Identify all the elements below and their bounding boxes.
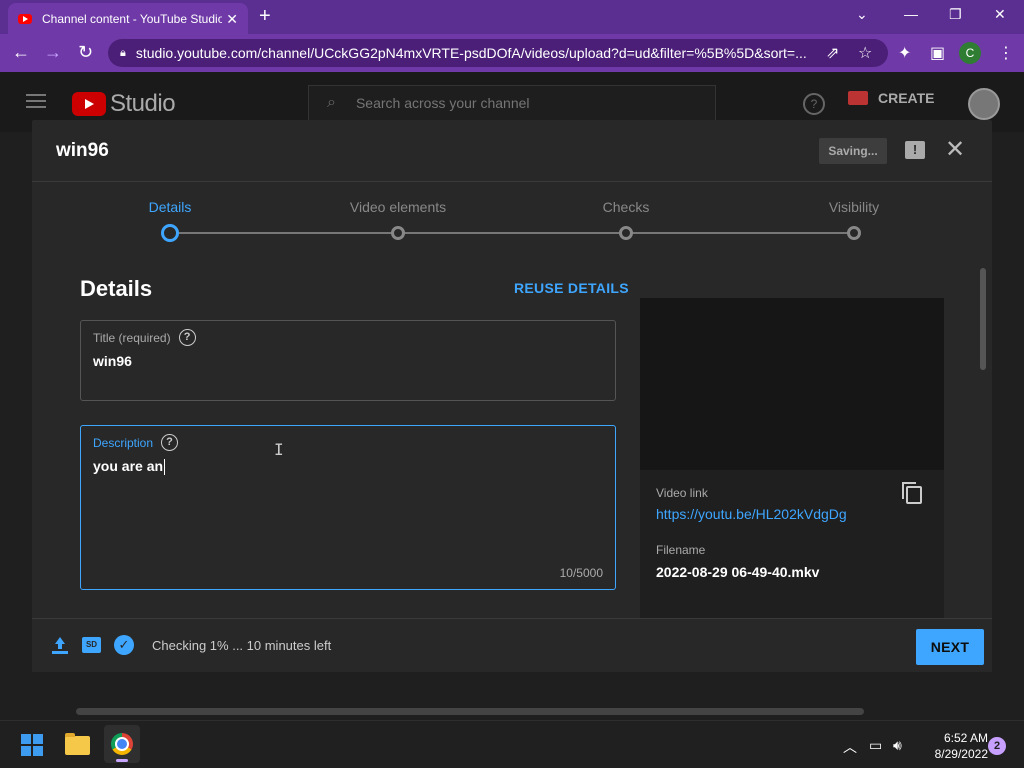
channel-search[interactable]: ⌕ [308, 85, 716, 121]
upload-dialog: win96 Saving... ! ✕ Details Video elemen… [32, 120, 992, 672]
filename-label: Filename [656, 543, 706, 557]
dialog-footer: SD ✓ Checking 1% ... 10 minutes left NEX… [32, 618, 992, 672]
create-label: CREATE [878, 90, 935, 106]
search-icon: ⌕ [327, 94, 336, 111]
step-video-elements[interactable]: Video elements [308, 199, 488, 215]
forward-arrow-icon[interactable]: → [44, 42, 62, 63]
lock-icon: 🔒︎ [120, 46, 126, 59]
url-text: studio.youtube.com/channel/UCckGG2pN4mxV… [135, 45, 807, 61]
ibeam-cursor-icon: I [274, 440, 284, 459]
bookmark-star-icon[interactable]: ☆ [858, 43, 872, 63]
details-content: Details REUSE DETAILS Title (required) ?… [32, 262, 992, 618]
youtube-favicon-icon [18, 13, 32, 24]
tab-title: Channel content - YouTube Studio [42, 11, 222, 26]
channel-avatar[interactable] [968, 88, 1000, 120]
step-dot-checks[interactable] [619, 226, 633, 240]
video-preview[interactable] [640, 298, 944, 470]
title-input[interactable]: win96 [93, 353, 132, 369]
description-label-text: Description [93, 435, 154, 450]
video-camera-icon [848, 91, 868, 105]
page-horizontal-scrollbar[interactable] [76, 708, 864, 715]
title-help-icon[interactable]: ? [178, 329, 196, 346]
file-explorer-icon[interactable] [65, 733, 90, 755]
filename-value: 2022-08-29 06-49-40.mkv [656, 564, 820, 580]
video-link[interactable]: https://youtu.be/HL202kVdgDg [656, 506, 847, 522]
text-caret [164, 459, 166, 476]
browser-tab[interactable]: Channel content - YouTube Studio ✕ [8, 3, 248, 34]
browser-tab-bar: Channel content - YouTube Studio ✕ + ⌄ —… [0, 0, 1024, 34]
title-field-label: Title (required) ? [93, 329, 196, 346]
windows-taskbar: ︿ ▭ 🔊︎ 6:52 AM 8/29/2022 2 [0, 720, 1024, 768]
step-visibility[interactable]: Visibility [764, 199, 944, 215]
description-text: you are an [93, 458, 164, 474]
video-link-label: Video link [656, 486, 708, 500]
dialog-header: win96 Saving... ! ✕ [32, 120, 992, 182]
dialog-close-icon[interactable]: ✕ [945, 135, 965, 164]
share-icon[interactable]: ⇗ [826, 43, 839, 63]
clock-date: 8/29/2022 [934, 747, 988, 761]
tab-search-chevron-icon[interactable]: ⌄ [856, 6, 868, 23]
copy-icon[interactable] [902, 482, 922, 504]
extensions-puzzle-icon[interactable]: ✦ [898, 43, 911, 63]
browser-profile-avatar[interactable]: C [959, 42, 981, 64]
search-input[interactable] [355, 95, 696, 111]
sd-quality-icon[interactable]: SD [82, 637, 101, 653]
step-dot-visibility[interactable] [847, 226, 861, 240]
step-details[interactable]: Details [80, 199, 260, 215]
description-help-icon[interactable]: ? [161, 434, 179, 451]
upload-status-text: Checking 1% ... 10 minutes left [152, 638, 332, 653]
step-dot-details[interactable] [161, 224, 179, 242]
reload-icon[interactable]: ↻ [78, 42, 93, 63]
windows-start-icon[interactable] [21, 734, 43, 756]
restore-icon[interactable]: ❐ [949, 6, 962, 23]
studio-logo[interactable]: Studio [72, 90, 176, 118]
hamburger-menu-icon[interactable] [26, 94, 46, 108]
taskbar-clock[interactable]: 6:52 AM 8/29/2022 [916, 730, 988, 762]
stepper-line [170, 232, 854, 234]
feedback-icon[interactable]: ! [905, 141, 925, 159]
next-button[interactable]: NEXT [916, 629, 984, 665]
side-panel-icon[interactable]: ▣ [930, 43, 945, 63]
upload-icon[interactable] [52, 637, 68, 655]
chrome-taskbar-button[interactable] [104, 725, 140, 763]
address-bar-row: ← → ↻ 🔒︎ studio.youtube.com/channel/UCck… [0, 34, 1024, 72]
clock-time: 6:52 AM [943, 731, 988, 745]
help-icon[interactable]: ? [803, 93, 825, 115]
back-arrow-icon[interactable]: ← [12, 42, 30, 63]
saving-badge: Saving... [819, 138, 887, 164]
chrome-icon [111, 733, 133, 755]
minimize-icon[interactable]: — [904, 6, 918, 22]
browser-menu-icon[interactable]: ⋮ [998, 43, 1014, 63]
upload-stepper: Details Video elements Checks Visibility [32, 182, 992, 262]
title-field[interactable]: Title (required) ? win96 [80, 320, 616, 401]
checks-complete-icon[interactable]: ✓ [114, 635, 134, 655]
dialog-scrollbar[interactable] [980, 268, 986, 370]
section-title: Details [80, 276, 153, 301]
studio-logo-text: Studio [110, 90, 176, 117]
tab-close-icon[interactable]: ✕ [226, 11, 238, 28]
dialog-title: win96 [56, 140, 109, 161]
description-char-counter: 10/5000 [559, 566, 603, 580]
step-checks[interactable]: Checks [536, 199, 716, 215]
omnibox[interactable]: 🔒︎ studio.youtube.com/channel/UCckGG2pN4… [108, 39, 888, 67]
video-info-panel: Video link https://youtu.be/HL202kVdgDg … [640, 470, 944, 618]
description-field[interactable]: Description ? you are an 10/5000 [80, 425, 616, 590]
description-field-label: Description ? [93, 434, 179, 451]
title-label-text: Title (required) [93, 330, 171, 345]
create-button[interactable]: CREATE [848, 90, 935, 106]
active-app-indicator [116, 759, 128, 762]
step-dot-video-elements[interactable] [391, 226, 405, 240]
window-close-icon[interactable]: ✕ [994, 6, 1006, 23]
new-tab-button[interactable]: + [259, 5, 271, 28]
network-icon[interactable]: ▭ [869, 737, 882, 754]
youtube-logo-icon [72, 92, 106, 116]
tray-chevron-up-icon[interactable]: ︿ [843, 737, 857, 757]
description-input[interactable]: you are an [93, 458, 166, 476]
notification-badge[interactable]: 2 [988, 737, 1006, 755]
volume-icon[interactable]: 🔊︎ [893, 737, 902, 754]
reuse-details-button[interactable]: REUSE DETAILS [514, 280, 629, 296]
